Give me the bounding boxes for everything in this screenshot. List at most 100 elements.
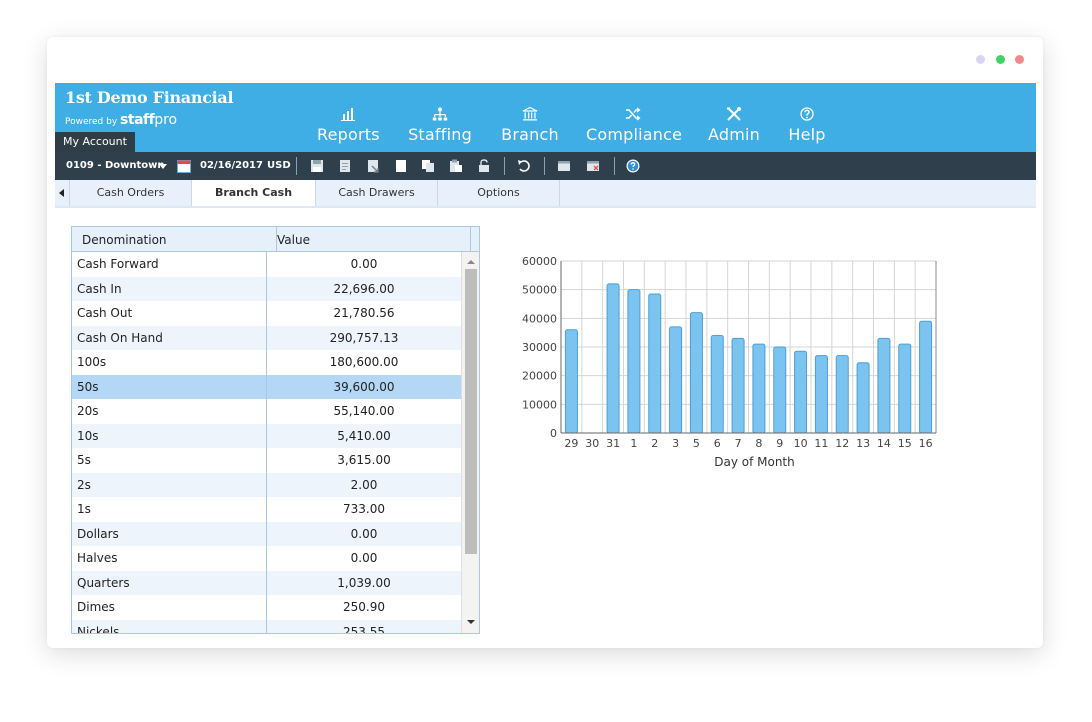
column-header-denomination[interactable]: Denomination [72,227,277,251]
chart-bar [814,355,828,434]
scroll-down-icon[interactable] [467,620,475,624]
value-cell: 250.90 [343,600,385,614]
denomination-cell: Cash In [77,281,122,296]
window-control-maximize[interactable] [996,55,1005,64]
x-tick-label: 7 [735,437,742,450]
export-icon[interactable] [366,159,380,173]
paste-icon[interactable] [449,159,463,173]
nav-staffing[interactable]: Staffing [408,107,472,151]
date-field[interactable]: 02/16/2017 [200,160,263,171]
x-tick-label: 8 [755,437,762,450]
currency-label: USD [267,160,291,171]
undo-icon[interactable] [517,159,531,173]
column-divider [266,252,267,633]
denomination-cell: Cash Forward [77,257,159,271]
value-cell: 1,039.00 [337,575,391,590]
toolbar-separator [544,157,545,175]
denomination-cell: 20s [77,404,99,418]
window-close-icon[interactable] [586,159,600,173]
cash-chart: 010000200003000040000500006000029 30 31 1 2 3… [522,255,937,469]
y-tick-label: 60000 [522,255,557,268]
tab-branch-cash[interactable]: Branch Cash [192,180,316,207]
unlock-icon[interactable] [477,159,491,173]
denomination-cell: 5s [77,453,91,467]
y-tick-label: 10000 [522,398,557,411]
value-cell: 39,600.00 [333,379,395,394]
chart-bar [564,329,578,434]
table-scrollbar[interactable] [461,252,479,633]
nav-help[interactable]: Help [787,107,827,151]
my-account-button[interactable]: My Account [55,132,135,152]
x-tick-label: 12 [835,437,849,450]
value-cell: 0.00 [350,257,378,271]
page-icon[interactable] [394,159,408,173]
denomination-table: Denomination Value Cash Forward 0.00 Cash … [71,226,480,634]
chevron-down-icon[interactable] [159,164,167,169]
x-tick-label: 2 [651,437,658,450]
window-control-close[interactable] [1015,55,1024,64]
denomination-cell: 50s [77,379,99,394]
value-cell: 253.55 [343,624,385,634]
denomination-cell: Cash Out [77,306,133,320]
x-tick-label: 10 [794,437,808,450]
y-tick-label: 50000 [522,284,557,297]
calendar-icon[interactable] [177,159,191,173]
staffpro-logo-pro: pro [154,112,178,128]
value-cell: 290,757.13 [329,330,399,345]
nav-branch-label: Branch [501,125,559,144]
x-tick-label: 15 [898,437,912,450]
scrollbar-thumb[interactable] [465,269,477,554]
value-cell: 180,600.00 [329,355,399,369]
staffpro-logo-staff: staff [120,112,155,128]
window-control-minimize[interactable] [976,55,985,64]
chart-bar [606,283,620,434]
chart-bar [773,346,787,434]
shuffle-icon [626,107,641,121]
nav-branch[interactable]: Branch [501,107,559,151]
value-cell: 2.00 [350,477,378,492]
toolbar-separator [504,157,505,175]
toolbar: 0109 - Downtown 02/16/2017 USD [55,152,1036,180]
x-axis-label: Day of Month [714,455,795,469]
value-cell: 3,615.00 [337,453,391,467]
tab-cash-drawers[interactable]: Cash Drawers [316,180,438,206]
chart-bar [877,337,891,434]
powered-by: Powered by staffpro [65,112,177,128]
denomination-cell: Cash On Hand [77,330,163,345]
y-tick-label: 40000 [522,312,557,325]
chart-bar [794,350,808,434]
nav-reports-label: Reports [317,125,380,144]
chart-bar [752,343,766,434]
tab-cash-orders[interactable]: Cash Orders [70,180,192,206]
scroll-up-icon[interactable] [467,260,475,264]
nav-reports[interactable]: Reports [317,107,380,151]
chart-bar [710,335,724,434]
branch-select[interactable]: 0109 - Downtown [66,160,164,171]
denomination-cell: 10s [77,428,99,443]
copy-icon[interactable] [421,159,435,173]
chart-bar [648,293,662,434]
column-header-value[interactable]: Value [267,227,471,251]
y-tick-label: 0 [550,427,557,440]
toolbar-separator [614,157,615,175]
app-title: 1st Demo Financial [65,88,234,107]
tab-scroll-left-button[interactable] [55,180,70,206]
nav-admin[interactable]: Admin [707,107,761,151]
window-icon[interactable] [557,159,571,173]
x-tick-label: 16 [919,437,933,450]
x-tick-label: 1 [630,437,637,450]
denomination-cell: Nickels [77,624,120,634]
chart-bar [898,343,912,434]
value-cell: 22,696.00 [333,281,395,296]
help-icon[interactable] [626,159,640,173]
denomination-cell: 100s [77,355,107,369]
nav-compliance[interactable]: Compliance [586,107,682,151]
powered-by-text: Powered by [65,117,118,127]
tab-bar: Cash Orders Branch Cash Cash Drawers Opt… [55,180,1036,207]
tab-options[interactable]: Options [438,180,560,206]
report-icon[interactable] [338,159,352,173]
x-tick-label: 3 [672,437,679,450]
save-icon[interactable] [310,159,324,173]
bank-icon [522,107,538,121]
tools-icon [727,107,741,121]
